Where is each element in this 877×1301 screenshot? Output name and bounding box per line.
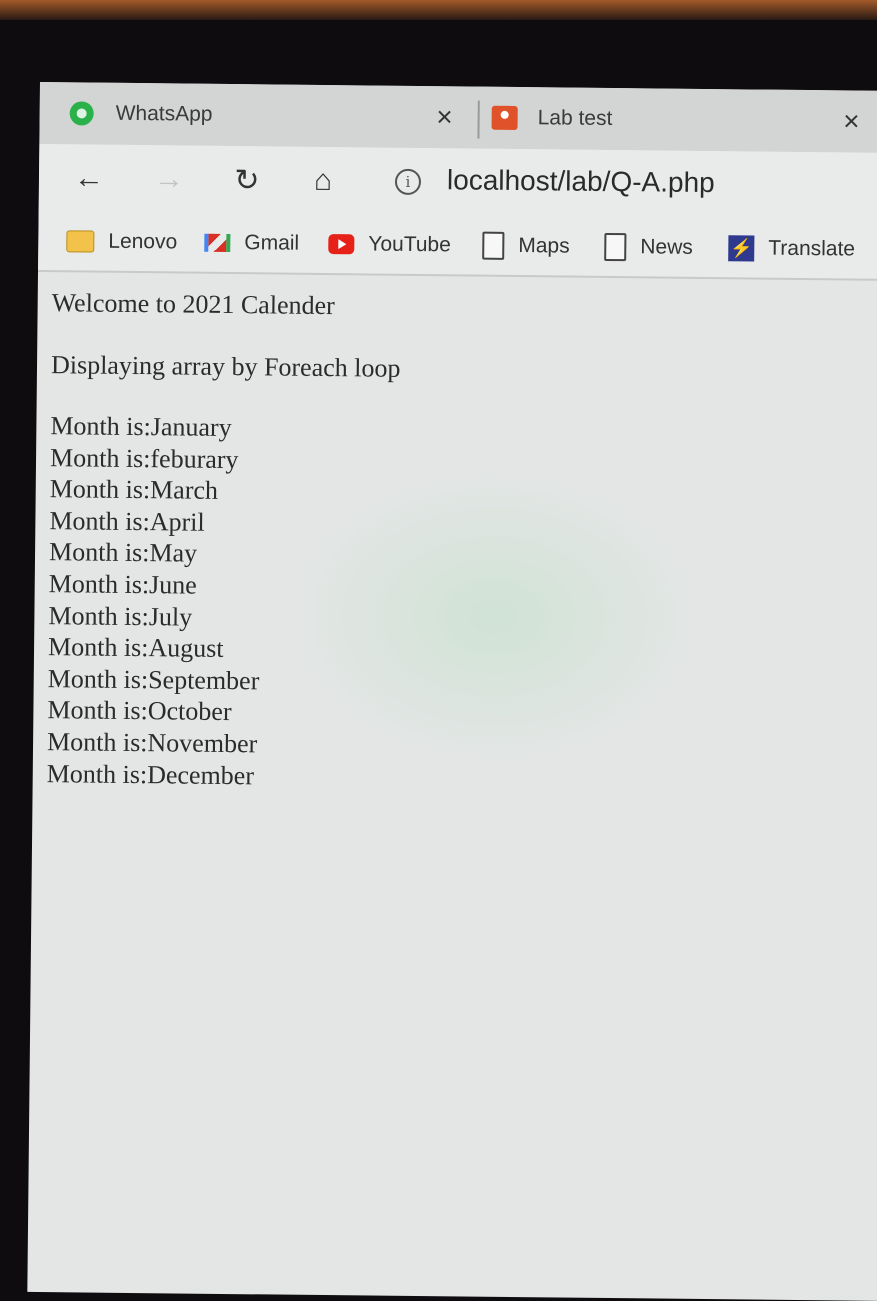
close-icon[interactable]: × bbox=[436, 101, 453, 132]
address-bar[interactable]: localhost/lab/Q-A.php bbox=[447, 164, 715, 199]
tab-label: Lab test bbox=[537, 106, 613, 130]
bookmark-label: YouTube bbox=[368, 232, 451, 257]
bookmark-translate[interactable]: ⚡ Translate bbox=[728, 231, 855, 266]
page-content: Welcome to 2021 Calender Displaying arra… bbox=[41, 278, 877, 1301]
folder-icon bbox=[66, 230, 95, 253]
month-list: Month is:January Month is:feburary Month… bbox=[47, 410, 877, 798]
back-arrow-icon[interactable]: ← bbox=[67, 156, 111, 200]
reload-icon[interactable]: ↻ bbox=[225, 158, 269, 202]
bookmark-label: Translate bbox=[768, 236, 856, 261]
bookmark-label: News bbox=[640, 235, 693, 259]
bookmark-lenovo[interactable]: Lenovo bbox=[66, 224, 177, 259]
close-icon[interactable]: × bbox=[843, 105, 860, 136]
bookmarks-bar: Lenovo Gmail YouTube Maps News ⚡ Transla… bbox=[38, 211, 877, 281]
tab-lab-test[interactable]: Lab test × bbox=[491, 95, 871, 145]
bookmark-label: Maps bbox=[518, 234, 570, 258]
whatsapp-icon bbox=[69, 101, 94, 126]
laptop-bezel bbox=[0, 0, 877, 20]
page-subtitle: Displaying array by Foreach loop bbox=[50, 350, 401, 383]
page-title: Welcome to 2021 Calender bbox=[51, 288, 335, 321]
page-icon bbox=[482, 231, 505, 260]
gmail-icon bbox=[204, 233, 231, 253]
tab-label: WhatsApp bbox=[115, 101, 213, 126]
bookmark-label: Lenovo bbox=[108, 229, 178, 254]
bookmark-news[interactable]: News bbox=[604, 230, 693, 265]
site-info-icon[interactable]: i bbox=[394, 168, 422, 195]
bookmark-gmail[interactable]: Gmail bbox=[204, 226, 299, 261]
tab-whatsapp[interactable]: WhatsApp × bbox=[69, 90, 464, 140]
lab-test-favicon-icon bbox=[491, 105, 518, 131]
page-icon bbox=[604, 232, 627, 262]
tab-strip: WhatsApp × Lab test × bbox=[39, 82, 877, 153]
browser-window: WhatsApp × Lab test × ← → ↻ ⌂ i localhos… bbox=[27, 82, 877, 1301]
home-icon[interactable]: ⌂ bbox=[301, 159, 345, 203]
bookmark-label: Gmail bbox=[244, 231, 300, 255]
translate-icon: ⚡ bbox=[728, 235, 755, 262]
browser-toolbar: ← → ↻ ⌂ i localhost/lab/Q-A.php bbox=[38, 143, 877, 221]
bookmark-youtube[interactable]: YouTube bbox=[328, 227, 451, 262]
bookmark-maps[interactable]: Maps bbox=[482, 229, 570, 264]
forward-arrow-icon[interactable]: → bbox=[147, 157, 191, 201]
tab-divider bbox=[477, 100, 480, 139]
youtube-icon bbox=[328, 234, 355, 255]
